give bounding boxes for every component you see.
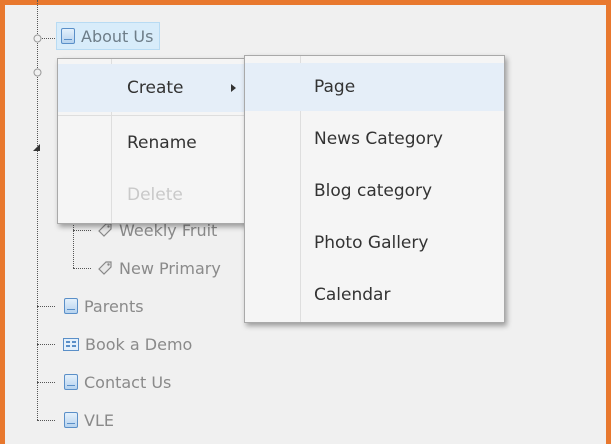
tree-item-parents[interactable]: Parents	[64, 293, 144, 319]
tree-connector	[73, 222, 74, 268]
page-icon	[64, 374, 78, 390]
tree-connector	[73, 268, 91, 269]
page-icon	[61, 28, 75, 44]
menu-separator	[58, 115, 258, 116]
tag-icon	[98, 223, 112, 237]
tree-item-vle[interactable]: VLE	[64, 407, 114, 433]
tree-item-book-a-demo[interactable]: Book a Demo	[63, 331, 192, 357]
menu-item-rename[interactable]: Rename	[58, 119, 258, 167]
page-icon	[64, 298, 78, 314]
menu-item-label: Create	[127, 78, 184, 98]
tree-item-label: About Us	[81, 26, 154, 46]
expand-toggle-icon[interactable]	[33, 34, 42, 43]
context-menu: Create Rename Delete	[57, 58, 259, 224]
menu-item-label: Photo Gallery	[314, 233, 429, 253]
menu-item-label: Calendar	[314, 285, 391, 305]
tree-item-label: Parents	[84, 296, 144, 316]
tree-item-contact-us[interactable]: Contact Us	[64, 369, 171, 395]
tree-connector	[73, 230, 91, 231]
tree-item-label: Contact Us	[84, 372, 172, 392]
tree-item-label: Book a Demo	[85, 334, 193, 354]
collapse-toggle-icon[interactable]	[32, 143, 41, 152]
tree-item-label: New Primary	[119, 258, 221, 278]
submenu-arrow-icon	[231, 84, 236, 92]
tree-connector	[37, 344, 55, 345]
form-icon	[63, 337, 79, 351]
submenu-item-blog-category[interactable]: Blog category	[245, 167, 504, 215]
tree-item-about-us[interactable]: About Us	[56, 22, 161, 50]
tree-connector	[37, 382, 55, 383]
create-submenu: Page News Category Blog category Photo G…	[244, 55, 505, 323]
tree-item-label: VLE	[84, 410, 114, 430]
tree-connector	[37, 306, 55, 307]
menu-item-create[interactable]: Create	[58, 64, 258, 112]
submenu-item-page[interactable]: Page	[245, 63, 504, 111]
submenu-item-calendar[interactable]: Calendar	[245, 271, 504, 319]
menu-item-label: Rename	[127, 133, 197, 153]
submenu-item-photo-gallery[interactable]: Photo Gallery	[245, 219, 504, 267]
menu-item-label: Blog category	[314, 181, 433, 201]
tree-connector	[37, 0, 38, 420]
expand-toggle-icon[interactable]	[33, 68, 42, 77]
menu-item-label: Delete	[127, 185, 183, 205]
submenu-item-news-category[interactable]: News Category	[245, 115, 504, 163]
menu-item-label: Page	[314, 77, 356, 97]
menu-item-label: News Category	[314, 129, 443, 149]
tree-connector	[37, 420, 55, 421]
tag-icon	[98, 261, 112, 275]
tree-item-new-primary[interactable]: New Primary	[97, 255, 221, 281]
page-icon	[64, 412, 78, 428]
menu-item-delete: Delete	[58, 171, 258, 219]
